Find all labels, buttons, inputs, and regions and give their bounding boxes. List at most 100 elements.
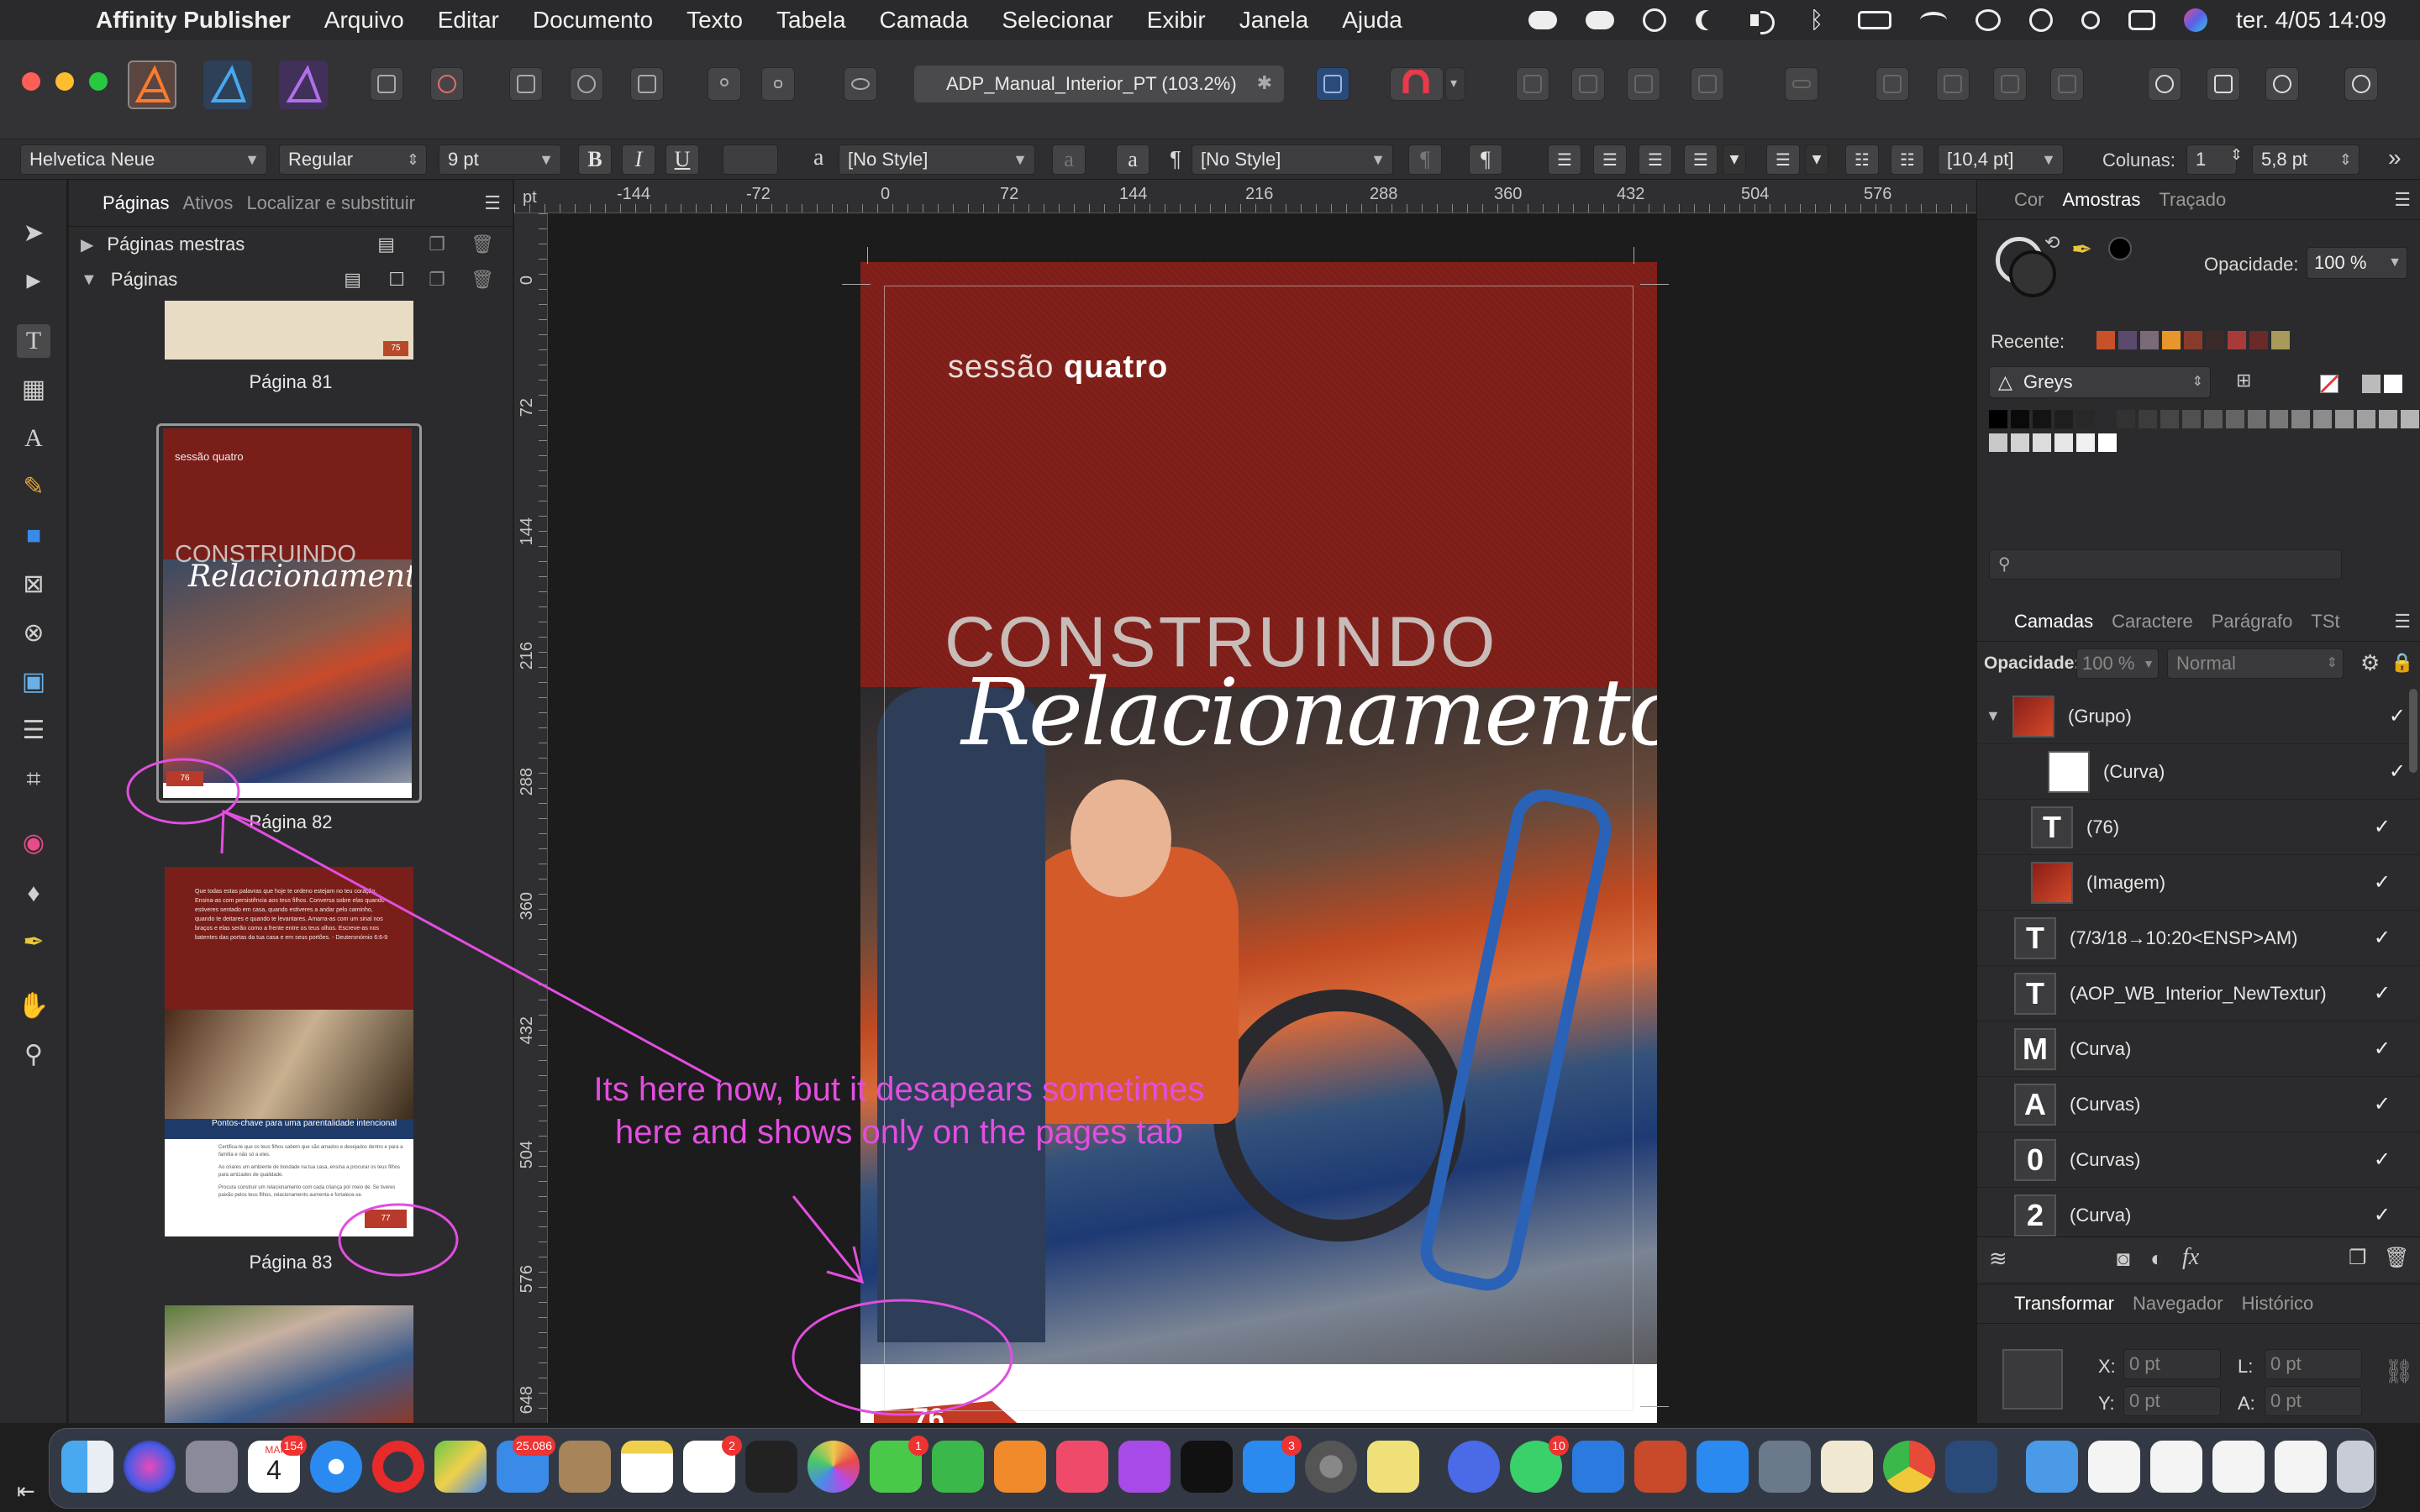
podcasts-icon[interactable]: [1118, 1441, 1171, 1493]
app-store-icon[interactable]: 3: [1243, 1436, 1302, 1493]
siri-dock-icon[interactable]: [124, 1441, 176, 1493]
delete-layer-icon[interactable]: 🗑: [2384, 1246, 2409, 1270]
books-icon[interactable]: [994, 1441, 1046, 1493]
layer-row[interactable]: T (7/3/18→10:20<ENSP>AM) ✓: [1977, 911, 2420, 966]
whatsapp-icon[interactable]: 10: [1510, 1436, 1569, 1493]
grey-swatch[interactable]: [2011, 410, 2029, 428]
trello-icon[interactable]: [1572, 1441, 1624, 1493]
layer-row[interactable]: M (Curva) ✓: [1977, 1021, 2420, 1077]
grey-swatch[interactable]: [1989, 410, 2007, 428]
recent-swatch[interactable]: [2118, 331, 2137, 349]
layer-visibility-checkbox[interactable]: ✓: [2374, 1037, 2391, 1061]
tab-paragraph[interactable]: Parágrafo: [2212, 611, 2293, 633]
grey-swatch[interactable]: [2117, 410, 2135, 428]
disk-utility-icon[interactable]: [1759, 1441, 1811, 1493]
layer-visibility-checkbox[interactable]: ✓: [2374, 870, 2391, 895]
palette-options-icon[interactable]: ⊞: [2236, 370, 2251, 391]
grey-swatch[interactable]: [2270, 410, 2288, 428]
contacts-icon[interactable]: [559, 1441, 611, 1493]
tab-swatches[interactable]: Amostras: [2062, 189, 2140, 211]
grey-swatch[interactable]: [2076, 410, 2095, 428]
grey-swatch[interactable]: [2160, 410, 2179, 428]
textedit-icon[interactable]: [1821, 1441, 1873, 1493]
grey-swatch[interactable]: [2054, 410, 2073, 428]
palette-select[interactable]: △ Greys ⇕: [1989, 366, 2211, 398]
grey-swatch[interactable]: [2139, 410, 2157, 428]
y-field[interactable]: 0 pt: [2123, 1386, 2221, 1416]
photos-icon[interactable]: [808, 1441, 860, 1493]
grey-swatch[interactable]: [2335, 410, 2354, 428]
width-field[interactable]: 0 pt: [2265, 1349, 2362, 1379]
mask-icon[interactable]: ◙: [2117, 1246, 2130, 1272]
notes-icon[interactable]: [621, 1441, 673, 1493]
music-icon[interactable]: [1056, 1441, 1108, 1493]
grey-swatch[interactable]: [2291, 410, 2310, 428]
layer-row[interactable]: (Imagem) ✓: [1977, 855, 2420, 911]
fx-button[interactable]: fx: [2182, 1244, 2199, 1271]
dock-show-hide-icon[interactable]: ⇤: [17, 1478, 35, 1504]
reminders-icon[interactable]: 2: [683, 1436, 742, 1493]
link-icon[interactable]: ⛓: [2384, 1357, 2414, 1385]
safari-icon[interactable]: [310, 1441, 362, 1493]
swatch-opacity-field[interactable]: 100 % ▼: [2307, 247, 2407, 279]
add-layer-icon[interactable]: ❐: [2349, 1246, 2367, 1270]
mid-grey-swatch[interactable]: [2362, 375, 2381, 393]
no-color-swatch[interactable]: [2320, 375, 2338, 393]
layer-visibility-checkbox[interactable]: ✓: [2374, 1147, 2391, 1172]
layer-row[interactable]: ▼ (Grupo) ✓: [1977, 689, 2420, 744]
tab-layers[interactable]: Camadas: [2014, 611, 2093, 633]
layer-visibility-checkbox[interactable]: ✓: [2374, 926, 2391, 950]
launchpad-icon[interactable]: [186, 1441, 238, 1493]
signal-icon[interactable]: [1448, 1441, 1500, 1493]
apple-tv-icon[interactable]: [1181, 1441, 1233, 1493]
system-preferences-icon[interactable]: [1305, 1441, 1357, 1493]
layers-scrollbar[interactable]: [2409, 689, 2417, 773]
lock-icon[interactable]: 🔒: [2391, 652, 2413, 674]
tab-color[interactable]: Cor: [2014, 189, 2044, 211]
layer-visibility-checkbox[interactable]: ✓: [2374, 815, 2391, 839]
maps-icon[interactable]: [434, 1441, 487, 1493]
layer-row[interactable]: (Curva) ✓: [1977, 744, 2420, 800]
panel-menu-icon[interactable]: ☰: [2394, 189, 2411, 211]
layer-visibility-checkbox[interactable]: ✓: [2374, 1203, 2391, 1227]
chrome-icon[interactable]: [1883, 1441, 1935, 1493]
stickies-icon[interactable]: [1367, 1441, 1419, 1493]
stroke-color-well[interactable]: [2009, 250, 2056, 297]
tab-stroke[interactable]: Traçado: [2159, 189, 2226, 211]
finder-icon[interactable]: [61, 1441, 113, 1493]
tab-text-styles[interactable]: TSt: [2311, 611, 2339, 633]
grey-swatch[interactable]: [2248, 410, 2266, 428]
document-stack-icon[interactable]: [2212, 1441, 2265, 1493]
layer-settings-icon[interactable]: ⚙: [2360, 650, 2380, 676]
layers-stack-icon[interactable]: ≋: [1989, 1246, 2007, 1272]
grey-swatch[interactable]: [1989, 433, 2007, 452]
swap-colors-icon[interactable]: ⟲: [2044, 232, 2060, 254]
keychain-icon[interactable]: [745, 1441, 797, 1493]
recent-swatch[interactable]: [2162, 331, 2181, 349]
layer-row[interactable]: T (AOP_WB_Interior_NewTextur) ✓: [1977, 966, 2420, 1021]
facetime-icon[interactable]: [932, 1441, 984, 1493]
recent-swatch[interactable]: [2140, 331, 2159, 349]
grey-swatch[interactable]: [2033, 410, 2051, 428]
grey-swatch[interactable]: [2379, 410, 2397, 428]
grey-swatch[interactable]: [2011, 433, 2029, 452]
picked-color-swatch[interactable]: [2108, 237, 2132, 260]
layer-visibility-checkbox[interactable]: ✓: [2389, 759, 2406, 784]
document-stack-icon[interactable]: [2275, 1441, 2327, 1493]
zoom-icon[interactable]: [1697, 1441, 1749, 1493]
layer-visibility-checkbox[interactable]: ✓: [2389, 704, 2406, 728]
swatch-search-input[interactable]: ⚲: [1989, 549, 2342, 580]
x-field[interactable]: 0 pt: [2123, 1349, 2221, 1379]
trash-icon[interactable]: [2337, 1441, 2374, 1493]
grey-swatch[interactable]: [2204, 410, 2223, 428]
layer-row[interactable]: 0 (Curvas) ✓: [1977, 1132, 2420, 1188]
layer-row[interactable]: T (76) ✓: [1977, 800, 2420, 855]
document-stack-icon[interactable]: [2150, 1441, 2202, 1493]
affinity-publisher-dock-icon[interactable]: [1634, 1441, 1686, 1493]
grey-swatch[interactable]: [2313, 410, 2332, 428]
grey-swatch[interactable]: [2033, 433, 2051, 452]
recent-swatch[interactable]: [2206, 331, 2224, 349]
grey-swatch[interactable]: [2226, 410, 2244, 428]
layer-row[interactable]: 2 (Curva) ✓: [1977, 1188, 2420, 1243]
mail-icon[interactable]: 25.086: [497, 1436, 555, 1493]
